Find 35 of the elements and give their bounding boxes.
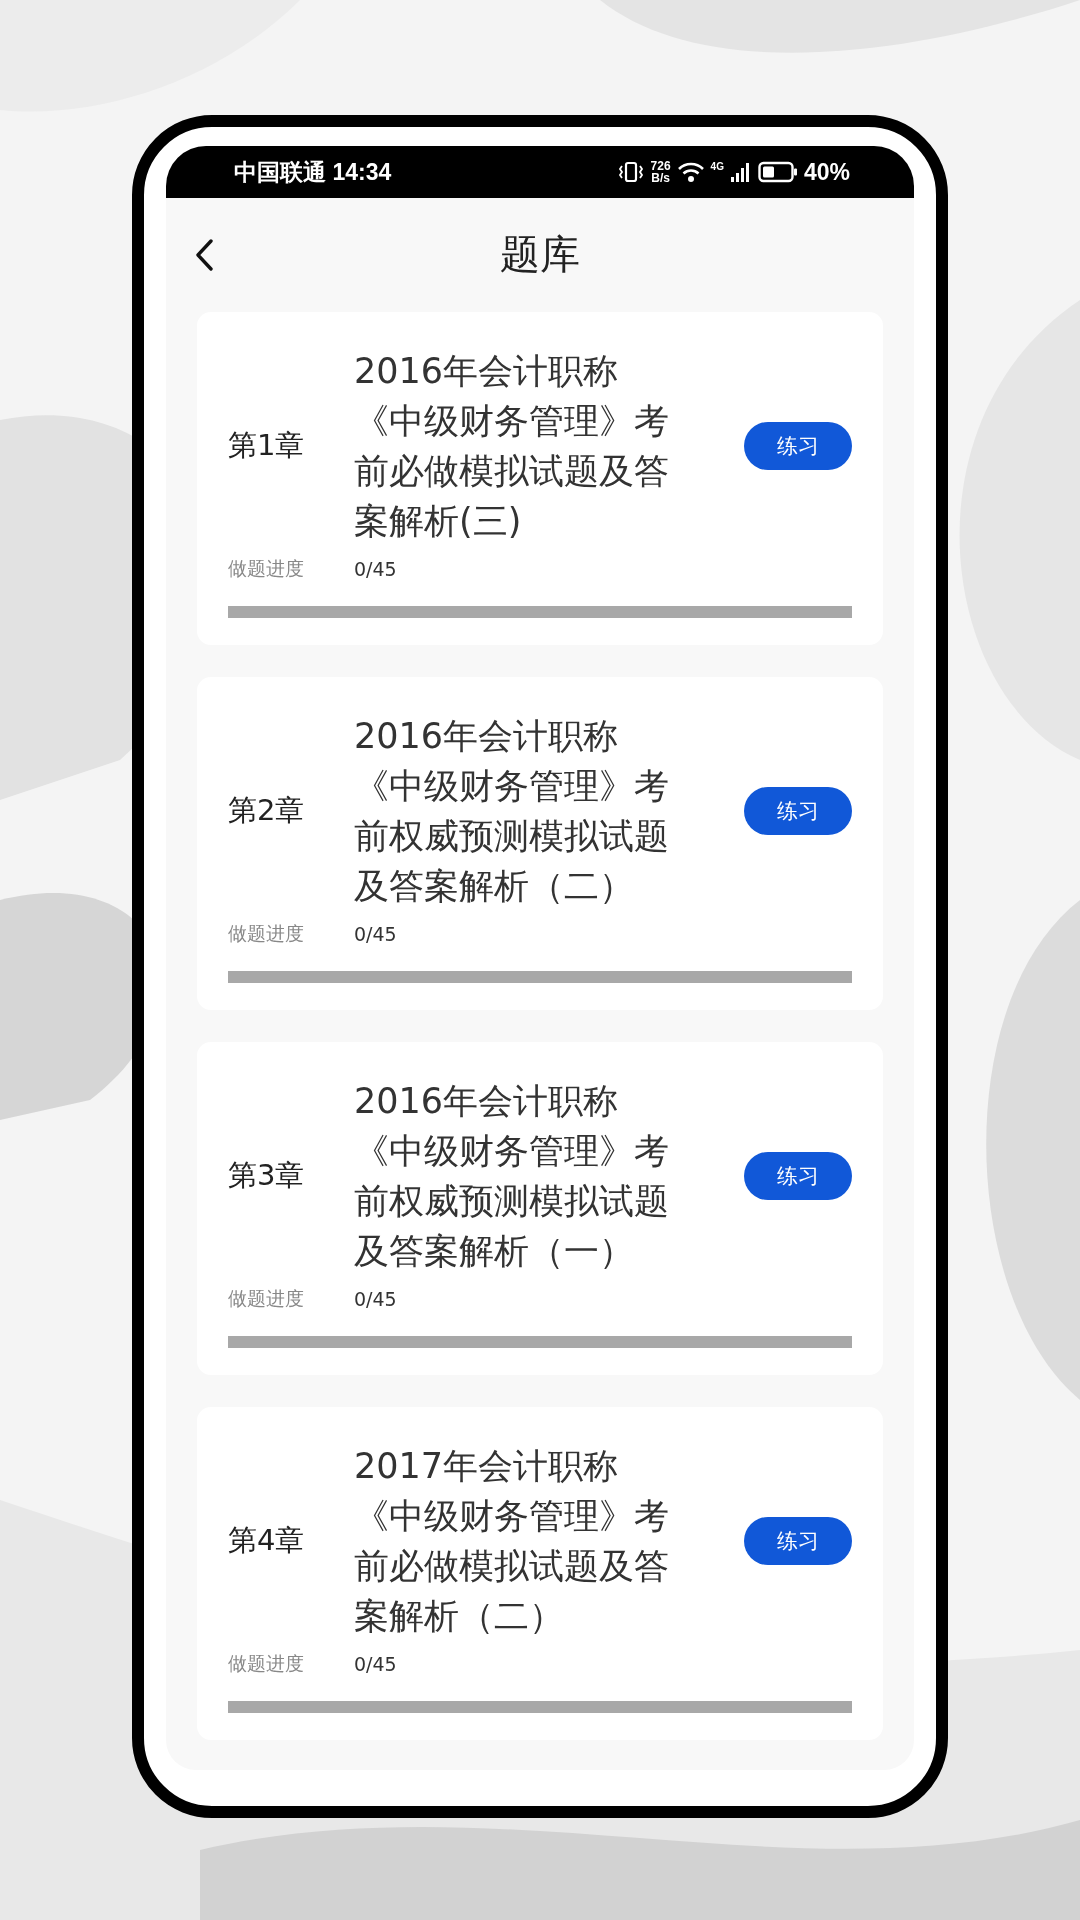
vibrate-icon	[616, 160, 645, 184]
chapter-title: 2016年会计职称《中级财务管理》考前权威预测模拟试题及答案解析（二）	[354, 715, 670, 908]
practice-button[interactable]: 练习	[744, 1517, 852, 1565]
network-type: 4G	[710, 160, 724, 172]
progress-count: 0/45	[354, 558, 397, 580]
chapter-card[interactable]: 第3章 2016年会计职称《中级财务管理》考前权威预测模拟试题及答案解析（一） 练习 做题进度 0/45	[197, 1042, 883, 1375]
chapter-label: 第4章	[228, 1522, 306, 1559]
battery-icon	[757, 161, 798, 183]
net-speed-value: 726	[650, 160, 671, 172]
progress-label: 做题进度	[228, 1651, 305, 1676]
battery-percent: 40%	[803, 158, 850, 186]
chapter-title: 2017年会计职称《中级财务管理》考前必做模拟试题及答案解析（二）	[354, 1445, 670, 1638]
chapter-label: 第3章	[228, 1157, 306, 1194]
chapter-title: 2016年会计职称《中级财务管理》考前必做模拟试题及答案解析(三)	[354, 350, 670, 543]
chapter-label: 第1章	[228, 427, 306, 464]
back-icon[interactable]	[194, 238, 214, 272]
practice-button[interactable]: 练习	[744, 1152, 852, 1200]
progress-label: 做题进度	[228, 556, 305, 581]
practice-button[interactable]: 练习	[744, 422, 852, 470]
chapter-card[interactable]: 第4章 2017年会计职称《中级财务管理》考前必做模拟试题及答案解析（二） 练习 做题进度 0/45	[197, 1407, 883, 1740]
chapter-label: 第2章	[228, 792, 306, 829]
chapter-card[interactable]: 第2章 2016年会计职称《中级财务管理》考前权威预测模拟试题及答案解析（二） 练习 做题进度 0/45	[197, 677, 883, 1010]
progress-count: 0/45	[354, 923, 397, 945]
progress-count: 0/45	[354, 1653, 397, 1675]
wifi-icon	[676, 161, 705, 183]
chapter-card[interactable]: 第1章 2016年会计职称《中级财务管理》考前必做模拟试题及答案解析(三) 练习 做题进度 0/45	[197, 312, 883, 645]
progress-count: 0/45	[354, 1288, 397, 1310]
net-speed-unit: B/s	[651, 172, 670, 184]
page-title: 题库	[500, 229, 580, 279]
carrier-time: 中国联通 14:34	[234, 157, 392, 187]
practice-button[interactable]: 练习	[744, 787, 852, 835]
progress-label: 做题进度	[228, 1286, 305, 1311]
signal-icon	[729, 161, 752, 183]
progress-label: 做题进度	[228, 921, 305, 946]
chapter-title: 2016年会计职称《中级财务管理》考前权威预测模拟试题及答案解析（一）	[354, 1080, 670, 1273]
